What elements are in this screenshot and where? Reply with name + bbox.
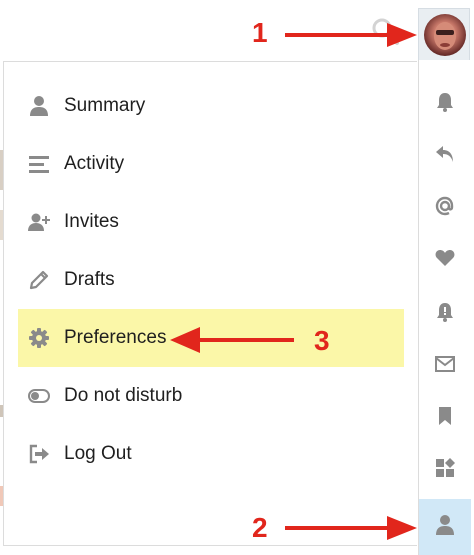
annotation-arrow-1	[285, 23, 417, 47]
rail-tab-mentions[interactable]	[419, 180, 471, 236]
rail-tab-profile[interactable]	[419, 499, 471, 555]
menu-item-invites[interactable]: Invites	[18, 193, 404, 251]
rail-tab-alerts[interactable]	[419, 286, 471, 342]
stream-icon	[28, 153, 50, 175]
menu-item-label: Invites	[64, 211, 119, 232]
gear-icon	[28, 327, 50, 349]
menu-item-summary[interactable]: Summary	[18, 77, 404, 135]
menu-item-label: Do not disturb	[64, 385, 183, 406]
avatar	[424, 14, 466, 56]
user-plus-icon	[28, 211, 50, 233]
menu-item-log-out[interactable]: Log Out	[18, 425, 404, 483]
menu-item-activity[interactable]: Activity	[18, 135, 404, 193]
menu-item-label: Drafts	[64, 269, 115, 290]
rail-tab-replies[interactable]	[419, 128, 471, 184]
rail-tab-likes[interactable]	[419, 232, 471, 288]
annotation-arrow-3	[170, 327, 294, 353]
annotation-label-2: 2	[252, 512, 268, 543]
rail-tab-other[interactable]	[419, 442, 471, 498]
user-avatar-button[interactable]	[418, 8, 470, 60]
user-menu-tab-rail	[418, 60, 471, 555]
menu-item-label: Preferences	[64, 327, 167, 348]
bell-icon	[434, 91, 456, 118]
rail-tab-messages[interactable]	[419, 338, 471, 394]
envelope-icon	[434, 353, 456, 380]
menu-item-label: Activity	[64, 153, 125, 174]
at-icon	[434, 195, 456, 222]
annotation-label-1: 1	[252, 17, 268, 48]
annotation-arrow-2	[285, 516, 417, 540]
heart-icon	[434, 247, 456, 274]
user-menu-panel: Summary Activity Invites Drafts Preferen…	[3, 61, 417, 546]
shapes-icon	[434, 457, 456, 484]
menu-item-drafts[interactable]: Drafts	[18, 251, 404, 309]
rail-tab-notifications[interactable]	[419, 76, 471, 132]
bookmark-icon	[434, 405, 456, 432]
reply-icon	[434, 143, 456, 170]
menu-item-label: Summary	[64, 95, 146, 116]
sign-out-icon	[28, 443, 50, 465]
rail-tab-bookmarks[interactable]	[419, 390, 471, 446]
toggle-off-icon	[28, 385, 50, 407]
annotation-label-3: 3	[314, 325, 330, 356]
user-icon	[28, 95, 50, 117]
user-icon	[434, 514, 456, 541]
menu-item-label: Log Out	[64, 443, 132, 464]
bell-alert-icon	[434, 301, 456, 328]
menu-item-do-not-disturb[interactable]: Do not disturb	[18, 367, 404, 425]
pencil-icon	[28, 269, 50, 291]
